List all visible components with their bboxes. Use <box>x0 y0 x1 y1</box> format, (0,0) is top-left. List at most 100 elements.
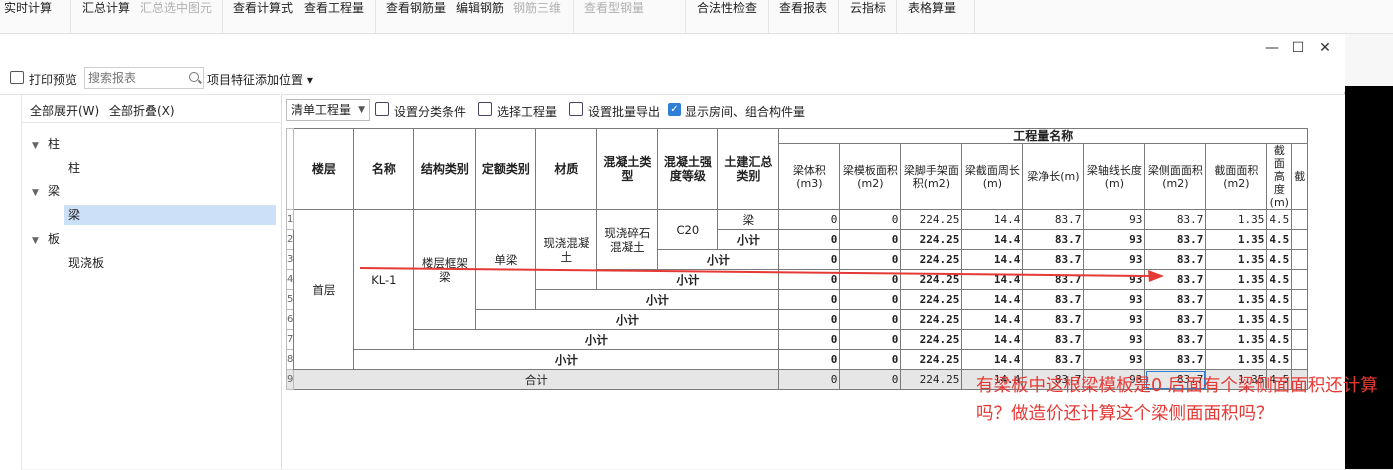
value-cell[interactable]: 93 <box>1083 309 1146 330</box>
value-cell[interactable]: 93 <box>1083 269 1146 290</box>
value-cell[interactable]: 14.4 <box>961 309 1024 330</box>
value-cell[interactable]: 0 <box>778 369 841 390</box>
tree-node-column[interactable]: 柱 <box>64 158 276 178</box>
value-cell[interactable]: 1.35 <box>1205 349 1268 370</box>
value-cell[interactable]: 224.25 <box>900 309 963 330</box>
summary-selected-button[interactable]: 汇总选中图元 <box>140 0 212 34</box>
value-cell[interactable]: 14.4 <box>961 329 1024 350</box>
value-cell[interactable]: 0 <box>778 269 841 290</box>
value-cell[interactable]: 0 <box>839 249 902 270</box>
value-cell[interactable]: 0 <box>778 349 841 370</box>
value-cell[interactable]: 0 <box>839 269 902 290</box>
close-icon[interactable]: ✕ <box>1315 40 1335 56</box>
expand-all-button[interactable]: 全部展开(W) <box>30 102 99 119</box>
value-cell[interactable]: 4.5 <box>1266 289 1293 310</box>
search-icon[interactable] <box>189 72 199 82</box>
value-cell[interactable]: 4.5 <box>1266 209 1293 230</box>
value-cell[interactable]: 83.7 <box>1144 329 1207 350</box>
show-rooms-checkbox[interactable]: ✓ <box>668 103 681 116</box>
value-cell[interactable]: 0 <box>839 309 902 330</box>
view-report-button[interactable]: 查看报表 <box>779 0 827 34</box>
search-input[interactable] <box>88 71 184 85</box>
tree-node-column-group[interactable]: ▼ 柱 <box>32 134 60 154</box>
tree-node-cast-slab[interactable]: 现浇板 <box>64 253 276 273</box>
minimize-icon[interactable]: — <box>1262 40 1282 56</box>
collapse-all-button[interactable]: 全部折叠(X) <box>109 102 175 119</box>
value-cell[interactable]: 83.7 <box>1144 249 1207 270</box>
value-cell[interactable]: 0 <box>839 349 902 370</box>
value-cell[interactable]: 224.25 <box>900 269 963 290</box>
value-cell[interactable]: 1.35 <box>1205 229 1268 250</box>
print-preview-button[interactable]: 打印预览 <box>29 71 77 88</box>
view-quantity-button[interactable]: 查看工程量 <box>304 0 364 34</box>
summary-calc-button[interactable]: 汇总计算 <box>82 0 130 34</box>
value-cell[interactable]: 0 <box>778 329 841 350</box>
value-cell[interactable]: 1.35 <box>1205 309 1268 330</box>
value-cell[interactable]: 0 <box>839 329 902 350</box>
collapse-arrow-icon[interactable]: ▼ <box>32 136 48 156</box>
view-steel-button[interactable]: 查看型钢量 <box>584 0 644 34</box>
value-cell[interactable]: 4.5 <box>1266 329 1293 350</box>
value-cell[interactable]: 93 <box>1083 349 1146 370</box>
value-cell[interactable]: 4.5 <box>1266 309 1293 330</box>
value-cell[interactable]: 83.7 <box>1022 349 1085 370</box>
value-cell[interactable]: 1.35 <box>1205 269 1268 290</box>
value-cell[interactable]: 224.25 <box>900 289 963 310</box>
select-quantity-button[interactable]: 选择工程量 <box>497 103 557 120</box>
value-cell[interactable]: 83.7 <box>1022 269 1085 290</box>
value-cell[interactable]: 4.5 <box>1266 349 1293 370</box>
classify-icon[interactable] <box>375 102 389 116</box>
realtime-calc-button[interactable]: 实时计算 <box>4 0 52 34</box>
value-cell[interactable]: 4.5 <box>1266 249 1293 270</box>
printer-icon[interactable] <box>10 71 24 84</box>
value-cell[interactable]: 83.7 <box>1144 349 1207 370</box>
legality-check-button[interactable]: 合法性检查 <box>697 0 757 34</box>
cloud-index-button[interactable]: 云指标 <box>850 0 886 34</box>
value-cell[interactable]: 224.25 <box>900 369 963 390</box>
export-icon[interactable] <box>569 102 583 116</box>
value-cell[interactable]: 93 <box>1083 229 1146 250</box>
value-cell[interactable]: 93 <box>1083 209 1146 230</box>
value-cell[interactable]: 0 <box>778 229 841 250</box>
value-cell[interactable]: 83.7 <box>1022 209 1085 230</box>
tree-node-slab-group[interactable]: ▼ 板 <box>32 229 60 249</box>
value-cell[interactable]: 0 <box>839 209 902 230</box>
view-formula-button[interactable]: 查看计算式 <box>233 0 293 34</box>
value-cell[interactable]: 83.7 <box>1022 289 1085 310</box>
value-cell[interactable]: 83.7 <box>1022 229 1085 250</box>
value-cell[interactable]: 224.25 <box>900 249 963 270</box>
value-cell[interactable]: 0 <box>778 289 841 310</box>
tree-node-beam-group[interactable]: ▼ 梁 <box>32 181 60 201</box>
maximize-icon[interactable]: ☐ <box>1288 40 1308 56</box>
edit-rebar-button[interactable]: 编辑钢筋 <box>456 0 504 34</box>
value-cell[interactable]: 83.7 <box>1144 309 1207 330</box>
tree-node-beam[interactable]: 梁 <box>64 205 276 225</box>
value-cell[interactable]: 14.4 <box>961 349 1024 370</box>
value-cell[interactable]: 1.35 <box>1205 289 1268 310</box>
value-cell[interactable]: 83.7 <box>1144 269 1207 290</box>
value-cell[interactable]: 0 <box>778 209 841 230</box>
grid-icon[interactable] <box>478 102 492 116</box>
value-cell[interactable]: 4.5 <box>1266 269 1293 290</box>
value-cell[interactable]: 1.35 <box>1205 329 1268 350</box>
value-cell[interactable]: 83.7 <box>1022 309 1085 330</box>
batch-export-button[interactable]: 设置批量导出 <box>588 103 660 120</box>
value-cell[interactable]: 224.25 <box>900 329 963 350</box>
value-cell[interactable]: 224.25 <box>900 349 963 370</box>
search-box[interactable] <box>84 67 204 89</box>
value-cell[interactable]: 1.35 <box>1205 249 1268 270</box>
value-cell[interactable]: 0 <box>839 369 902 390</box>
collapse-arrow-icon[interactable]: ▼ <box>32 231 48 251</box>
value-cell[interactable]: 93 <box>1083 249 1146 270</box>
value-cell[interactable]: 93 <box>1083 289 1146 310</box>
quantity-type-select[interactable]: 清单工程量 ▼ <box>286 99 370 121</box>
table-calc-button[interactable]: 表格算量 <box>908 0 956 34</box>
value-cell[interactable]: 83.7 <box>1022 329 1085 350</box>
value-cell[interactable]: 0 <box>839 229 902 250</box>
rebar-3d-button[interactable]: 钢筋三维 <box>513 0 561 34</box>
value-cell[interactable]: 14.4 <box>961 209 1024 230</box>
value-cell[interactable]: 14.4 <box>961 229 1024 250</box>
value-cell[interactable]: 0 <box>778 309 841 330</box>
value-cell[interactable]: 14.4 <box>961 249 1024 270</box>
value-cell[interactable]: 0 <box>839 289 902 310</box>
